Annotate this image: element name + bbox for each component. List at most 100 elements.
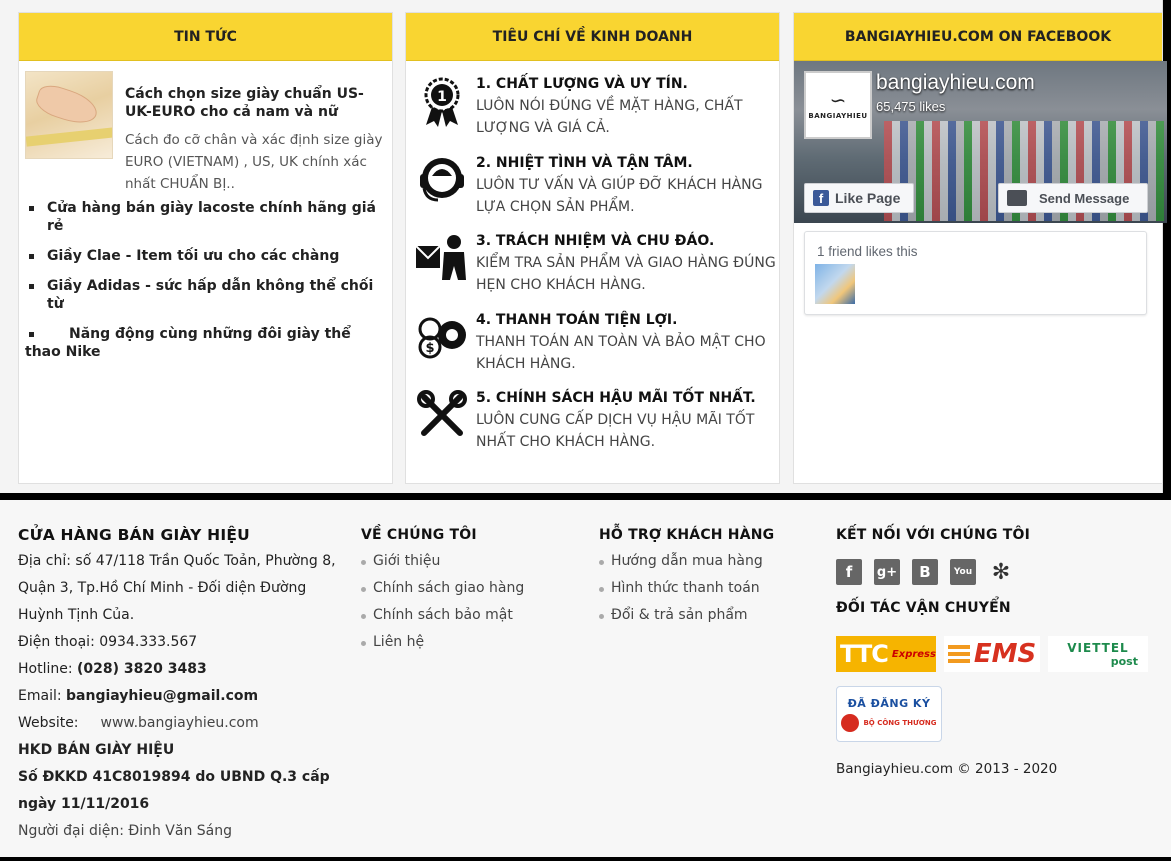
- featured-article-title[interactable]: Cách chọn size giày chuẩn US-UK-EURO cho…: [125, 85, 385, 121]
- svg-text:1: 1: [437, 89, 447, 105]
- svg-text:$: $: [425, 341, 434, 356]
- about-link[interactable]: Liên hệ: [361, 629, 581, 656]
- youtube-icon[interactable]: You: [950, 559, 976, 585]
- support-column: HỖ TRỢ KHÁCH HÀNG Hướng dẫn mua hàng Hìn…: [599, 526, 819, 629]
- registered-text: ĐÃ ĐĂNG KÝ: [847, 696, 931, 710]
- registered-sub: BỘ CÔNG THƯƠNG: [863, 718, 937, 727]
- blogger-icon[interactable]: B: [912, 559, 938, 585]
- ttc-logo-text: TTC: [840, 640, 889, 668]
- hotline-label: Hotline:: [18, 661, 78, 677]
- news-link-label[interactable]: Năng động cùng những đôi giày thể thao N…: [25, 326, 351, 360]
- store-website: Website: www.bangiayhieu.com: [18, 710, 343, 737]
- about-title: VỀ CHÚNG TÔI: [361, 527, 477, 543]
- ems-stripes-icon: [947, 652, 970, 656]
- google-plus-icon[interactable]: g+: [874, 559, 900, 585]
- about-link[interactable]: Chính sách bảo mật: [361, 602, 581, 629]
- support-link[interactable]: Đổi & trả sản phẩm: [599, 602, 819, 629]
- ttc-sub: Express: [891, 648, 936, 660]
- criteria-desc: LUÔN CUNG CẤP DỊCH VỤ HẬU MÃI TỐT NHẤT C…: [476, 412, 755, 450]
- top-section: TIN TỨC Cách chọn size giày chuẩn US-UK-…: [0, 0, 1167, 493]
- ems-logo: EMS: [944, 636, 1040, 672]
- email-label: Email:: [18, 688, 67, 704]
- viettel-post-logo: VIETTEL post: [1048, 636, 1148, 672]
- featured-article-desc: Cách đo cỡ chân và xác định size giày EU…: [125, 132, 383, 192]
- ttc-express-logo: TTC Express: [836, 636, 936, 672]
- criteria-desc: KIỂM TRA SẢN PHẨM VÀ GIAO HÀNG ĐÚNG HẸN …: [476, 255, 776, 293]
- send-message-label: Send Message: [1039, 190, 1130, 206]
- support-link[interactable]: Hướng dẫn mua hàng: [599, 548, 819, 575]
- criteria-desc: LUÔN NÓI ĐÚNG VỀ MẶT HÀNG, CHẤT LƯỢNG VÀ…: [476, 98, 743, 136]
- payment-coins-icon: $: [418, 317, 466, 359]
- national-emblem-icon: [841, 713, 860, 732]
- website-link[interactable]: www.bangiayhieu.com: [101, 715, 259, 731]
- facebook-like-count: 65,475 likes: [876, 99, 946, 114]
- news-link[interactable]: Năng động cùng những đôi giày thể thao N…: [25, 325, 385, 361]
- criteria-panel-title: TIÊU CHÍ VỀ KINH DOANH: [406, 13, 779, 61]
- facebook-icon[interactable]: f: [836, 559, 862, 585]
- logo-mark-icon: ∽: [829, 88, 847, 112]
- send-message-button[interactable]: Send Message: [998, 183, 1148, 213]
- support-title: HỖ TRỢ KHÁCH HÀNG: [599, 527, 775, 543]
- news-list: Cửa hàng bán giày lacoste chính hãng giá…: [25, 199, 385, 373]
- ems-logo-text: EMS: [973, 639, 1037, 669]
- news-panel-title: TIN TỨC: [19, 13, 392, 61]
- criteria-title: 5. CHÍNH SÁCH HẬU MÃI TỐT NHẤT.: [476, 390, 756, 406]
- friends-like-text: 1 friend likes this: [817, 244, 918, 259]
- store-phone: Điện thoại: 0934.333.567: [18, 634, 198, 650]
- facebook-panel-title: BANGIAYHIEU.COM ON FACEBOOK: [794, 13, 1162, 61]
- shipping-title: ĐỐI TÁC VẬN CHUYỂN: [836, 600, 1011, 616]
- quality-medal-icon: 1: [424, 77, 460, 127]
- connect-title: KẾT NỐI VỚI CHÚNG TÔI: [836, 527, 1030, 543]
- measuring-tape-image: [26, 127, 112, 147]
- representative: Người đại diện: Đinh Văn Sáng: [18, 823, 233, 839]
- about-links: Giới thiệu Chính sách giao hàng Chính sá…: [361, 548, 581, 656]
- about-link[interactable]: Chính sách giao hàng: [361, 575, 581, 602]
- foot-image: [32, 81, 102, 129]
- news-link[interactable]: Giầy Adidas - sức hấp dẫn không thể chối…: [25, 277, 385, 313]
- like-page-button[interactable]: f Like Page: [804, 183, 914, 213]
- support-link[interactable]: Hình thức thanh toán: [599, 575, 819, 602]
- criteria-title: 3. TRÁCH NHIỆM VÀ CHU ĐÁO.: [476, 233, 715, 249]
- registered-badge[interactable]: ĐÃ ĐĂNG KÝ BỘ CÔNG THƯƠNG: [836, 686, 942, 742]
- logo-text: BANGIAYHIEU: [808, 112, 868, 120]
- criteria-title: 2. NHIỆT TÌNH VÀ TẬN TÂM.: [476, 155, 693, 171]
- store-info-column: CỬA HÀNG BÁN GIÀY HIỆU Địa chỉ: số 47/11…: [18, 526, 343, 845]
- asterisk-icon[interactable]: ✻: [988, 559, 1014, 585]
- tools-icon: [417, 390, 467, 436]
- friend-avatar[interactable]: [815, 264, 855, 304]
- about-column: VỀ CHÚNG TÔI Giới thiệu Chính sách giao …: [361, 526, 581, 656]
- email-link[interactable]: bangiayhieu@gmail.com: [66, 688, 258, 704]
- facebook-page-plugin[interactable]: ∽ BANGIAYHIEU bangiayhieu.com 65,475 lik…: [794, 61, 1167, 223]
- like-page-label: Like Page: [835, 190, 901, 206]
- article-thumbnail[interactable]: [25, 71, 113, 159]
- news-link[interactable]: Cửa hàng bán giày lacoste chính hãng giá…: [25, 199, 385, 235]
- criteria-title: 1. CHẤT LƯỢNG VÀ UY TÍN.: [476, 76, 688, 92]
- support-links: Hướng dẫn mua hàng Hình thức thanh toán …: [599, 548, 819, 629]
- connect-column: KẾT NỐI VỚI CHÚNG TÔI f g+ B You ✻ ĐỐI T…: [836, 526, 1166, 826]
- about-link[interactable]: Giới thiệu: [361, 548, 581, 575]
- message-bubble-icon: [1007, 190, 1027, 206]
- store-title: CỬA HÀNG BÁN GIÀY HIỆU: [18, 526, 250, 544]
- page-logo[interactable]: ∽ BANGIAYHIEU: [804, 71, 872, 139]
- support-headset-icon: [420, 158, 464, 202]
- facebook-icon: f: [813, 190, 829, 206]
- criteria-panel: TIÊU CHÍ VỀ KINH DOANH 1 1. CHẤT LƯỢNG V…: [405, 12, 780, 484]
- news-link[interactable]: Giầy Clae - Item tối ưu cho các chàng: [25, 247, 385, 265]
- news-panel: TIN TỨC Cách chọn size giày chuẩn US-UK-…: [18, 12, 393, 484]
- hotline-number[interactable]: (028) 3820 3483: [77, 661, 207, 677]
- criteria-title: 4. THANH TOÁN TIỆN LỢI.: [476, 312, 678, 328]
- hkd-name: HKD BÁN GIÀY HIỆU: [18, 742, 175, 758]
- website-label: Website:: [18, 715, 79, 731]
- facebook-page-name[interactable]: bangiayhieu.com: [876, 71, 1035, 95]
- store-email: Email: bangiayhieu@gmail.com: [18, 683, 343, 710]
- criteria-desc: LUÔN TƯ VẤN VÀ GIÚP ĐỠ KHÁCH HÀNG LỰA CH…: [476, 177, 763, 215]
- footer: CỬA HÀNG BÁN GIÀY HIỆU Địa chỉ: số 47/11…: [0, 500, 1171, 857]
- store-hotline: Hotline: (028) 3820 3483: [18, 656, 343, 683]
- business-license: Số ĐKKD 41C8019894 do UBND Q.3 cấp ngày …: [18, 769, 330, 812]
- viettel-sub: post: [1110, 654, 1138, 668]
- store-address: Địa chỉ: số 47/118 Trần Quốc Toản, Phườn…: [18, 553, 336, 623]
- facebook-panel: BANGIAYHIEU.COM ON FACEBOOK ∽ BANGIAYHIE…: [793, 12, 1167, 484]
- copyright: Bangiayhieu.com © 2013 - 2020: [836, 761, 1058, 777]
- delivery-man-icon: [415, 235, 466, 280]
- criteria-desc: THANH TOÁN AN TOÀN VÀ BẢO MẬT CHO KHÁCH …: [476, 334, 766, 372]
